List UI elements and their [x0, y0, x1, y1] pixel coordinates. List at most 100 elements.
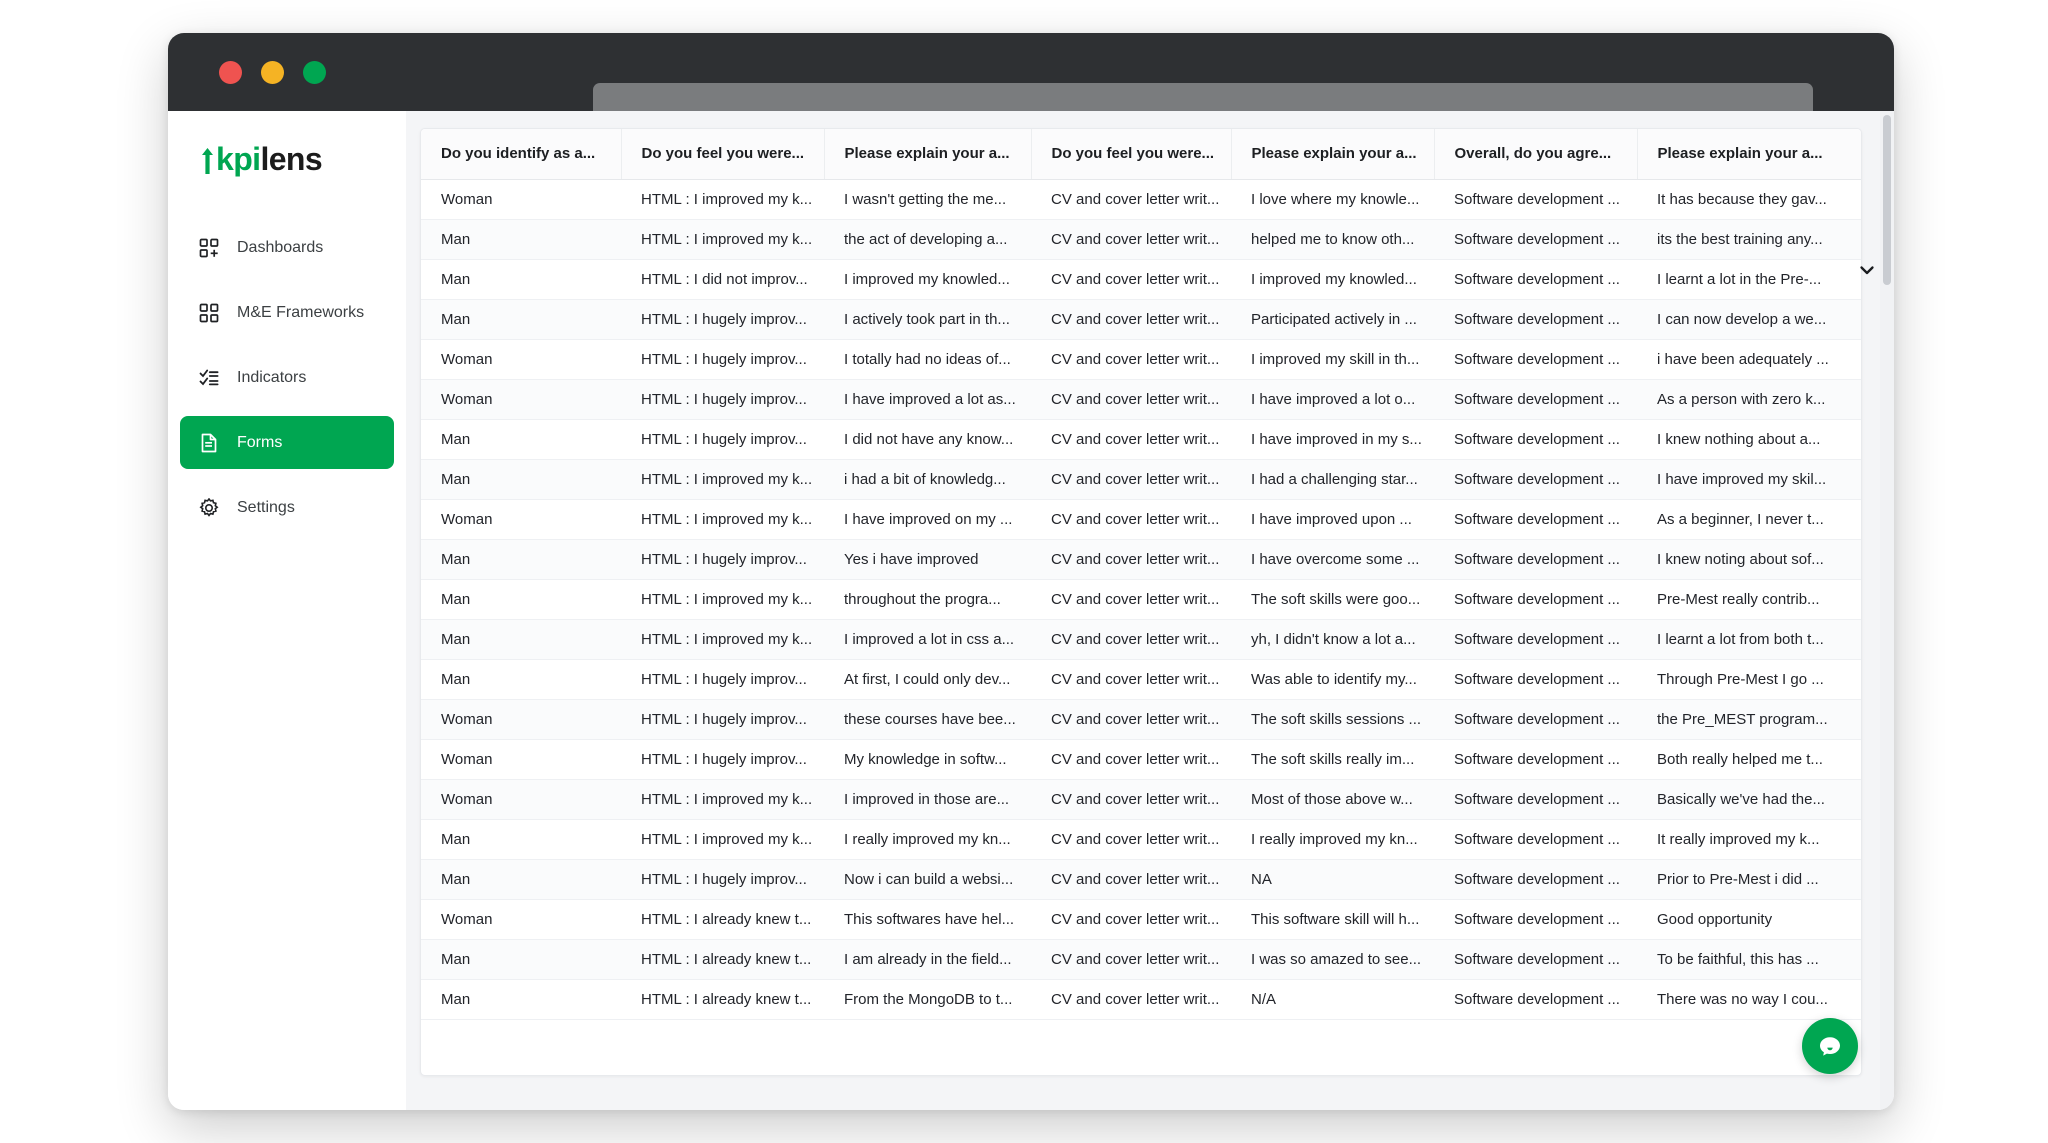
table-row[interactable]: Man HTML : I improved my k... I improved a… — [421, 619, 1861, 660]
cell-explain-answer-1: I really improved my kn... — [824, 819, 1031, 860]
table-row[interactable]: Woman HTML : I hugely improv... My knowled… — [421, 739, 1861, 780]
document-icon — [198, 432, 220, 454]
cell-explain-answer-1: I improved my knowled... — [824, 259, 1031, 300]
sidebar-item-dashboards[interactable]: Dashboards — [180, 221, 394, 274]
cell-explain-answer-2: I have improved upon ... — [1231, 499, 1434, 540]
column-header-feel-were-2[interactable]: Do you feel you were... — [1031, 129, 1232, 180]
cell-feel-were-1: HTML : I improved my k... — [621, 179, 824, 220]
table-row[interactable]: Woman HTML : I hugely improv... these cour… — [421, 699, 1861, 740]
close-window-button[interactable] — [219, 60, 242, 84]
chevron-down-icon[interactable] — [1856, 259, 1878, 281]
app-logo[interactable]: kpi lens — [168, 111, 406, 207]
cell-overall-agree: Software development ... — [1434, 619, 1637, 660]
cell-explain-answer-3: Prior to Pre-Mest i did ... — [1637, 859, 1861, 900]
cell-explain-answer-3: Pre-Mest really contrib... — [1637, 579, 1861, 620]
table-row[interactable]: Man HTML : I improved my k... i had a bit … — [421, 459, 1861, 500]
minimize-window-button[interactable] — [261, 60, 284, 84]
table-row[interactable]: Man HTML : I hugely improv... Now i can bu… — [421, 859, 1861, 900]
sidebar-item-forms[interactable]: Forms — [180, 416, 394, 469]
column-header-explain-answer-3[interactable]: Please explain your a... — [1637, 129, 1861, 180]
cell-explain-answer-3: Both really helped me t... — [1637, 739, 1861, 780]
cell-feel-were-1: HTML : I improved my k... — [621, 579, 824, 620]
column-header-explain-answer-1[interactable]: Please explain your a... — [824, 129, 1032, 180]
cell-feel-were-1: HTML : I did not improv... — [621, 259, 824, 300]
cell-explain-answer-3: It has because they gav... — [1637, 179, 1861, 220]
cell-feel-were-1: HTML : I improved my k... — [621, 779, 824, 820]
table-row[interactable]: Woman HTML : I improved my k... I improved… — [421, 779, 1861, 820]
zoom-window-button[interactable] — [303, 60, 326, 84]
chat-bubble-icon[interactable] — [1802, 1018, 1858, 1074]
table-row[interactable]: Man HTML : I hugely improv... Yes i have i… — [421, 539, 1861, 580]
cell-explain-answer-1: I did not have any know... — [824, 419, 1031, 460]
column-header-feel-were-1[interactable]: Do you feel you were... — [621, 129, 825, 180]
sidebar-item-settings[interactable]: Settings — [180, 481, 394, 534]
cell-identify-as: Man — [421, 259, 621, 300]
table-row[interactable]: Man HTML : I improved my k... I really imp… — [421, 819, 1861, 860]
table-header: Do you identify as a... Do you feel you … — [421, 129, 1861, 180]
cell-feel-were-2: CV and cover letter writ... — [1031, 979, 1231, 1020]
cell-explain-answer-3: As a beginner, I never t... — [1637, 499, 1861, 540]
cell-identify-as: Woman — [421, 779, 621, 820]
table-row[interactable]: Woman HTML : I hugely improv... I have imp… — [421, 379, 1861, 420]
cell-explain-answer-3: Basically we've had the... — [1637, 779, 1861, 820]
cell-explain-answer-1: I improved a lot in css a... — [824, 619, 1031, 660]
cell-feel-were-2: CV and cover letter writ... — [1031, 339, 1231, 380]
cell-explain-answer-1: throughout the progra... — [824, 579, 1031, 620]
cell-explain-answer-1: From the MongoDB to t... — [824, 979, 1031, 1020]
cell-feel-were-1: HTML : I hugely improv... — [621, 419, 824, 460]
cell-explain-answer-2: I have overcome some ... — [1231, 539, 1434, 580]
table-row[interactable]: Man HTML : I already knew t... I am alread… — [421, 939, 1861, 980]
cell-feel-were-2: CV and cover letter writ... — [1031, 379, 1231, 420]
sidebar-item-label: Dashboards — [237, 238, 324, 256]
column-header-identify-as[interactable]: Do you identify as a... — [421, 129, 622, 180]
cell-overall-agree: Software development ... — [1434, 859, 1637, 900]
table-row[interactable]: Man HTML : I hugely improv... I actively t… — [421, 299, 1861, 340]
table-row[interactable]: Man HTML : I hugely improv... At first, I … — [421, 659, 1861, 700]
sidebar-item-indicators[interactable]: Indicators — [180, 351, 394, 404]
cell-feel-were-2: CV and cover letter writ... — [1031, 539, 1231, 580]
cell-explain-answer-1: I wasn't getting the me... — [824, 179, 1031, 220]
checklist-icon — [198, 367, 220, 389]
cell-feel-were-1: HTML : I hugely improv... — [621, 659, 824, 700]
cell-feel-were-1: HTML : I improved my k... — [621, 219, 824, 260]
cell-feel-were-1: HTML : I already knew t... — [621, 979, 824, 1020]
table-row[interactable]: Man HTML : I hugely improv... I did not ha… — [421, 419, 1861, 460]
cell-explain-answer-2: I really improved my kn... — [1231, 819, 1434, 860]
sidebar-item-me-frameworks[interactable]: M&E Frameworks — [180, 286, 394, 339]
cell-explain-answer-2: Participated actively in ... — [1231, 299, 1434, 340]
cell-identify-as: Man — [421, 579, 621, 620]
cell-feel-were-2: CV and cover letter writ... — [1031, 899, 1231, 940]
table-row[interactable]: Man HTML : I did not improv... I improved … — [421, 259, 1861, 300]
column-header-overall-agree[interactable]: Overall, do you agre... — [1434, 129, 1638, 180]
table-row[interactable]: Man HTML : I improved my k... the act of d… — [421, 219, 1861, 260]
table-body: Woman HTML : I improved my k... I wasn't g… — [421, 179, 1861, 1020]
table-row[interactable]: Woman HTML : I already knew t... This soft… — [421, 899, 1861, 940]
scrollbar-thumb[interactable] — [1883, 115, 1891, 285]
cell-feel-were-2: CV and cover letter writ... — [1031, 699, 1231, 740]
logo-text-lens: lens — [260, 140, 323, 177]
cell-feel-were-1: HTML : I improved my k... — [621, 819, 824, 860]
sidebar-item-label: Settings — [237, 498, 295, 516]
responses-table-card: Do you identify as a... Do you feel you … — [420, 128, 1862, 1076]
table-row[interactable]: Woman HTML : I improved my k... I wasn't g… — [421, 179, 1861, 220]
table-row[interactable]: Man HTML : I improved my k... throughout t… — [421, 579, 1861, 620]
cell-feel-were-1: HTML : I hugely improv... — [621, 539, 824, 580]
cell-identify-as: Man — [421, 459, 621, 500]
cell-identify-as: Man — [421, 219, 621, 260]
table-row[interactable]: Man HTML : I already knew t... From the Mo… — [421, 979, 1861, 1020]
vertical-scrollbar[interactable] — [1880, 111, 1894, 1110]
cell-feel-were-2: CV and cover letter writ... — [1031, 179, 1231, 220]
cell-feel-were-1: HTML : I hugely improv... — [621, 299, 824, 340]
table-row[interactable]: Woman HTML : I improved my k... I have imp… — [421, 499, 1861, 540]
grid-icon — [198, 302, 220, 324]
cell-explain-answer-2: I love where my knowle... — [1231, 179, 1434, 220]
cell-explain-answer-2: The soft skills really im... — [1231, 739, 1434, 780]
cell-explain-answer-3: It really improved my k... — [1637, 819, 1861, 860]
cell-explain-answer-2: yh, I didn't know a lot a... — [1231, 619, 1434, 660]
cell-explain-answer-3: the Pre_MEST program... — [1637, 699, 1861, 740]
browser-titlebar — [168, 33, 1894, 139]
table-row[interactable]: Woman HTML : I hugely improv... I totally … — [421, 339, 1861, 380]
cell-feel-were-1: HTML : I hugely improv... — [621, 699, 824, 740]
cell-explain-answer-1: I have improved a lot as... — [824, 379, 1031, 420]
column-header-explain-answer-2[interactable]: Please explain your a... — [1231, 129, 1435, 180]
